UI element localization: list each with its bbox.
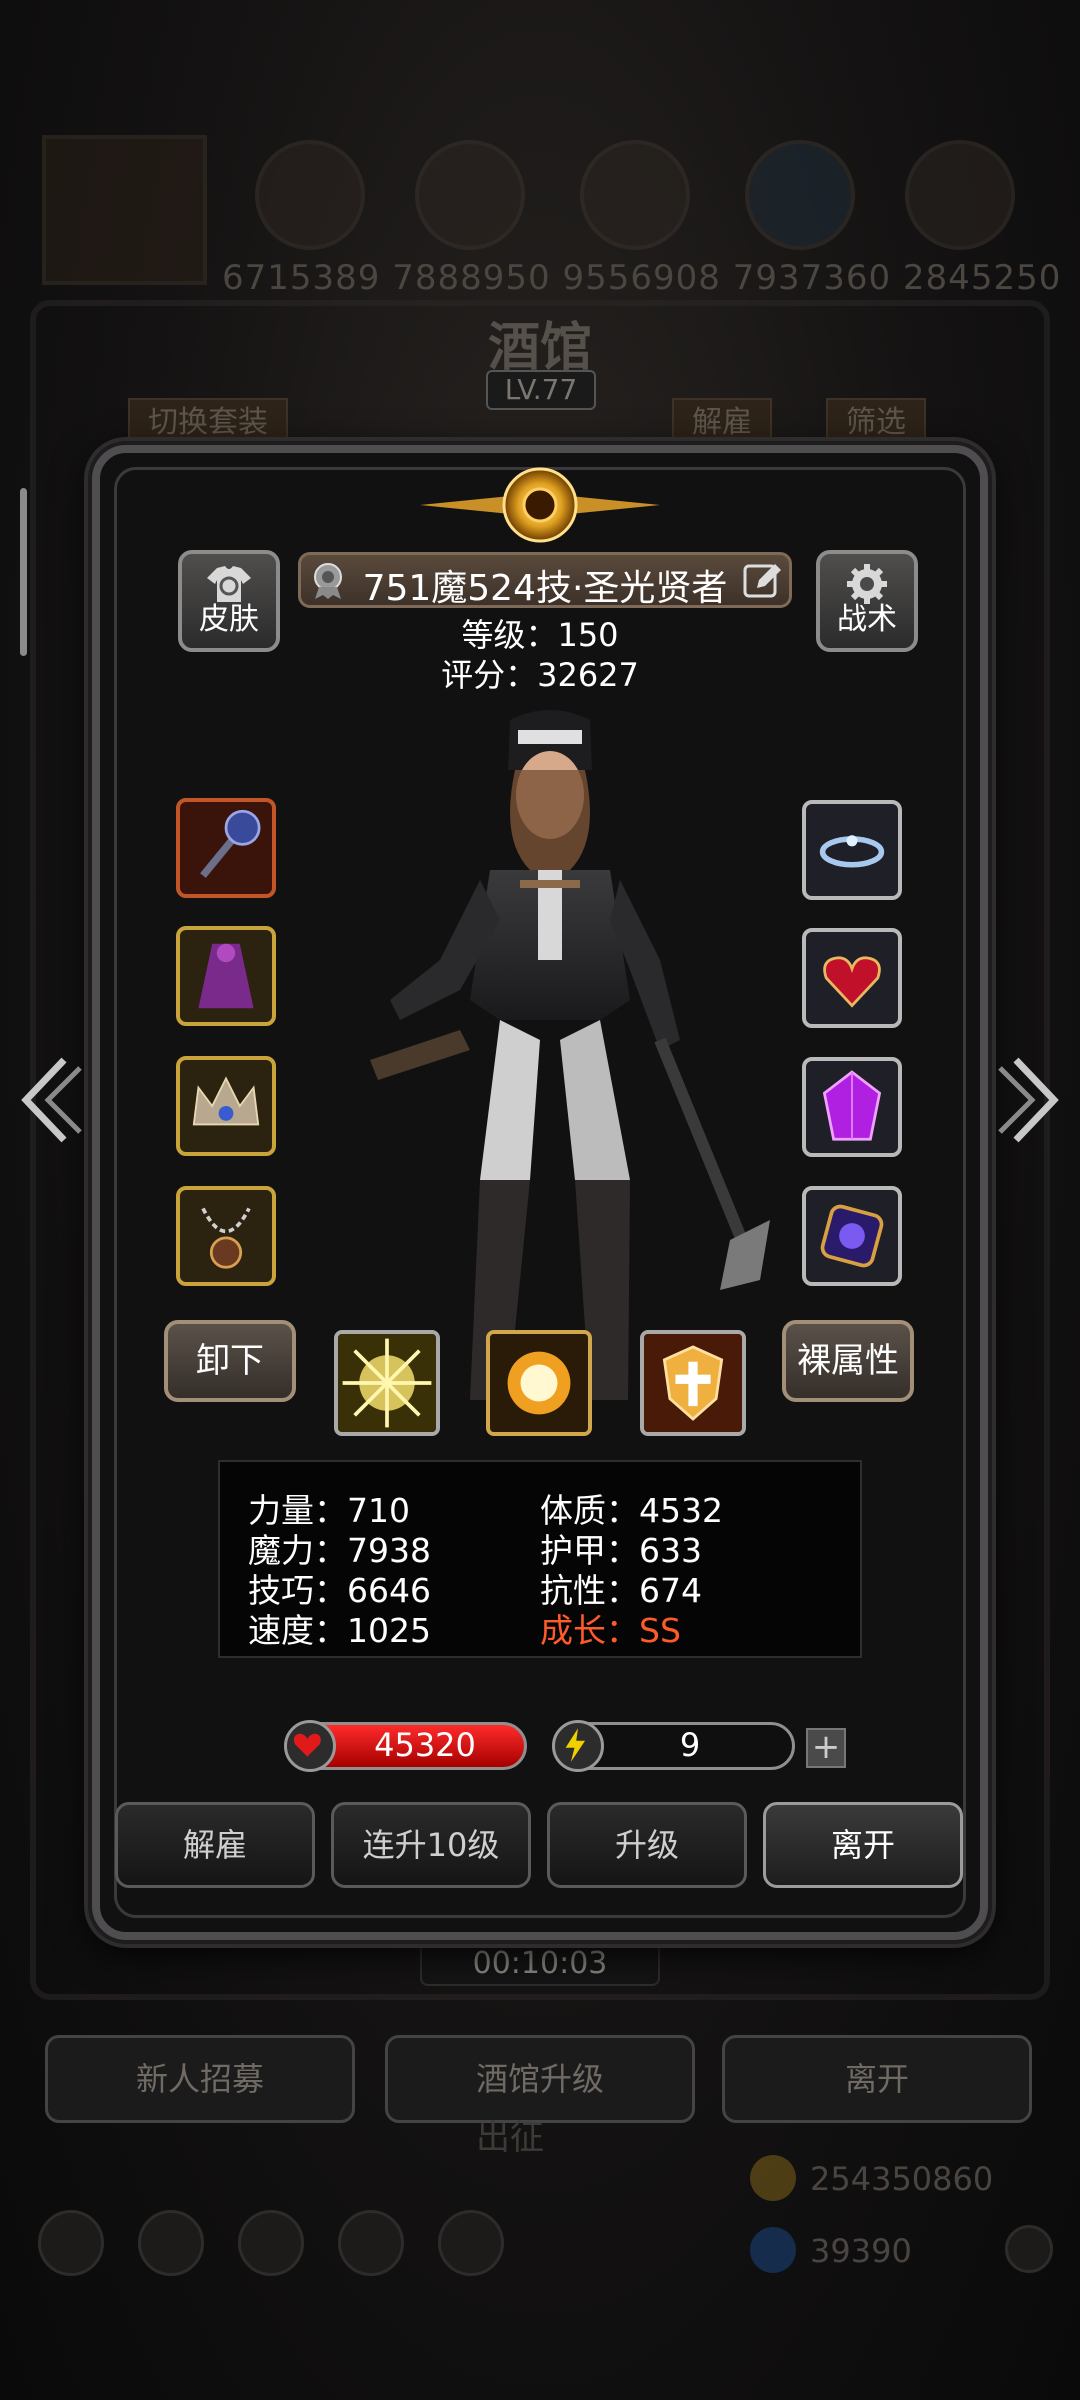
equip-slot-weapon[interactable] [176, 798, 276, 898]
energy-value: 9 [679, 1726, 701, 1764]
previous-hero-arrow-icon[interactable] [14, 1050, 84, 1150]
hero-name: 751魔524技·圣光贤者 [362, 568, 728, 609]
edit-icon[interactable] [741, 560, 783, 602]
equip-slot-amulet[interactable] [802, 928, 902, 1028]
gem-icon [750, 2227, 796, 2273]
menu-icon[interactable] [338, 2210, 404, 2276]
sortie-label: 出征 [476, 2118, 544, 2158]
equip-slot-gem[interactable] [802, 1057, 902, 1157]
stat-growth: 成长：SS [540, 1611, 681, 1650]
top-orb-icon [905, 140, 1015, 250]
heart-icon [284, 1720, 336, 1772]
timer: 00:10:03 [420, 1942, 660, 1986]
next-hero-arrow-icon[interactable] [996, 1050, 1066, 1150]
equip-slot-helmet[interactable] [176, 1056, 276, 1156]
background-leave-button[interactable]: 离开 [722, 2035, 1032, 2123]
robe-armor-icon [198, 943, 254, 1009]
level-up-button[interactable]: 升级 [547, 1802, 747, 1888]
crown-helmet-icon [192, 1076, 260, 1126]
unequip-button[interactable]: 卸下 [164, 1320, 296, 1402]
background-number-strip: 6715389 7888950 9556908 7937360 2845250 [222, 258, 1062, 298]
sun-orb-icon [490, 1334, 588, 1432]
level-up-10-button[interactable]: 连升10级 [331, 1802, 531, 1888]
add-icon[interactable] [1005, 2225, 1053, 2273]
base-attributes-button[interactable]: 裸属性 [782, 1320, 914, 1402]
sun-emblem-icon [420, 467, 660, 543]
top-orb-icon [580, 140, 690, 250]
menu-icon[interactable] [238, 2210, 304, 2276]
necklace-icon [201, 1207, 251, 1269]
shirt-icon [207, 566, 251, 602]
heart-amulet-icon [823, 956, 881, 1008]
lightning-icon [552, 1720, 604, 1772]
dismiss-button[interactable]: 解雇 [115, 1802, 315, 1888]
gear-icon [847, 564, 887, 604]
hero-name-plate: 751魔524技·圣光贤者 [298, 552, 792, 609]
top-orb-icon [415, 140, 525, 250]
skill-slot-1[interactable] [334, 1330, 440, 1436]
equip-slot-necklace[interactable] [176, 1186, 276, 1286]
halo-ring-icon [819, 835, 885, 868]
skill-slot-3[interactable] [640, 1330, 746, 1436]
menu-icon[interactable] [438, 2210, 504, 2276]
hero-avatar [42, 135, 207, 285]
medal-icon [314, 563, 342, 599]
hp-value: 45320 [374, 1726, 476, 1764]
staff-weapon-icon [200, 809, 261, 878]
gem-amount: 39390 [810, 2232, 912, 2270]
recruit-button[interactable]: 新人招募 [45, 2035, 355, 2123]
holy-burst-icon [338, 1334, 436, 1432]
dismiss-tab[interactable]: 解雇 [672, 398, 772, 444]
top-orb-icon [255, 140, 365, 250]
leave-button[interactable]: 离开 [763, 1802, 963, 1888]
switch-outfit-tab[interactable]: 切换套装 [128, 398, 288, 444]
gold-amount: 254350860 [810, 2160, 994, 2198]
holy-shield-icon [644, 1334, 742, 1432]
equip-slot-armor[interactable] [176, 926, 276, 1026]
orb-accessory-icon [820, 1204, 884, 1268]
menu-icon[interactable] [138, 2210, 204, 2276]
gold-coin-icon [750, 2155, 796, 2201]
add-energy-button[interactable]: + [806, 1728, 846, 1768]
hero-score: 评分：32627 [441, 656, 639, 694]
top-orb-icon [745, 140, 855, 250]
tavern-title: 酒馆 [487, 317, 592, 378]
stat-speed: 速度：1025 [248, 1611, 431, 1650]
menu-icon[interactable] [38, 2210, 104, 2276]
skill-slot-2[interactable] [486, 1330, 592, 1436]
equip-slot-ring[interactable] [802, 800, 902, 900]
filter-tab[interactable]: 筛选 [826, 398, 926, 444]
tavern-level: LV.77 [486, 370, 596, 410]
equip-slot-accessory[interactable] [802, 1186, 902, 1286]
purple-gem-icon [822, 1070, 882, 1141]
